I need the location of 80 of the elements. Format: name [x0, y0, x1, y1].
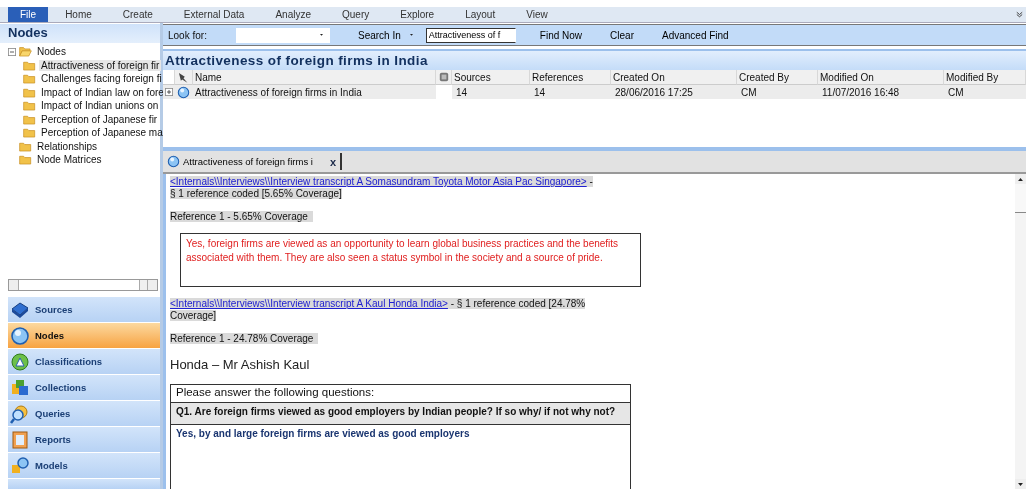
close-button[interactable]: x [329, 155, 336, 168]
folder-icon [23, 126, 36, 140]
lock-icon [438, 71, 450, 83]
find-bar-button[interactable]: Advanced Find [647, 25, 743, 45]
column-header[interactable]: Sources [452, 70, 530, 85]
caret-icon [408, 33, 414, 37]
answer-text: Yes, by and large foreign firms are viewed as good employers [175, 427, 471, 441]
table-cell: 14 [452, 85, 530, 99]
scroll-thumb[interactable] [1015, 184, 1026, 213]
table-cell: CM [944, 85, 1026, 99]
shapes-icon [10, 455, 30, 476]
table-cell: 11/07/2016 16:48 [818, 85, 944, 99]
sphere-icon [10, 325, 30, 346]
source-reference: <Internals\\Interviews\\Interview transcript A Kaul Honda India> - § 1 reference coded [24.78% Coverage] [170, 298, 587, 322]
horizontal-scrollbar[interactable] [8, 279, 158, 291]
column-header[interactable]: Created By [737, 70, 818, 85]
column-header[interactable]: Modified On [818, 70, 944, 85]
ribbon-tab[interactable]: Create [108, 7, 167, 22]
ribbon-tab[interactable]: Query [328, 7, 384, 22]
expand-icon [165, 88, 173, 96]
caret-icon [319, 33, 324, 37]
navigation-button[interactable]: Classifications [8, 349, 160, 375]
find-bar-button[interactable]: Find Now [525, 25, 597, 45]
ribbon-tab[interactable]: Home [51, 7, 106, 22]
ribbon-tab[interactable]: Explore [386, 7, 449, 22]
folder-icon [19, 45, 32, 59]
ribbon-tab[interactable]: Analyze [261, 7, 325, 22]
folder-icon [23, 99, 36, 113]
table-cell: 14 [530, 85, 611, 99]
scroll-up-icon [1017, 175, 1024, 183]
tree-item[interactable]: Perception of Japanese fir [23, 112, 160, 126]
document-tab[interactable]: Attractiveness of foreign firms i x [163, 153, 342, 170]
navigation-button[interactable]: Queries [8, 401, 160, 427]
navigation-button[interactable]: Nodes [8, 323, 160, 349]
column-header[interactable]: Created On [611, 70, 737, 85]
list-title: Attractiveness of foreign firms in India [163, 51, 1026, 70]
question-text: Q1. Are foreign firms viewed as good employers by Indian people? If so why/ if not why not? [171, 403, 630, 425]
column-header[interactable]: References [530, 70, 611, 85]
tree-item[interactable]: Nodes [8, 45, 160, 59]
column-header[interactable]: Modified By [944, 70, 1026, 85]
sphere-icon [177, 85, 190, 99]
reference-label: Reference 1 - 24.78% Coverage [170, 333, 319, 344]
folder-icon [19, 153, 32, 167]
navigation-button[interactable] [8, 479, 160, 489]
folder-icon [23, 72, 36, 86]
navigation-button[interactable]: Models [8, 453, 160, 479]
source-link[interactable]: <Internals\\Interviews\\Interview transcript A Somasundram Toyota Motor Asia Pac Singapore> [170, 176, 587, 187]
coded-quote: Yes, foreign firms are viewed as an opportunity to learn global business practices and the benefits associated with them. They are also seen a status symbol in the society and a source of pride. [180, 233, 641, 287]
search-in-button[interactable]: Search In [358, 29, 420, 41]
ribbon-tab[interactable]: File [8, 7, 49, 22]
ribbon-tab[interactable]: Layout [451, 7, 510, 22]
document-icon [10, 429, 30, 450]
table-cell: Attractiveness of foreign firms in India [193, 85, 436, 99]
tree-item[interactable]: Node Matrices [8, 153, 160, 167]
ribbon-tab[interactable]: View [512, 7, 562, 22]
scroll-down-icon [1017, 480, 1024, 488]
table-cell: 28/06/2016 17:25 [611, 85, 737, 99]
chevron-icon [1015, 10, 1024, 19]
interview-heading: Honda – Mr Ashish Kaul [170, 357, 311, 372]
reference-label: Reference 1 - 5.65% Coverage [170, 211, 313, 222]
field-label: Look for: [168, 29, 208, 41]
source-reference: <Internals\\Interviews\\Interview transcript A Somasundram Toyota Motor Asia Pac Singapore> - § 1 reference coded [5.65% Coverage] [170, 176, 594, 200]
navigation-button[interactable]: Sources [8, 297, 160, 323]
column-header[interactable]: Name [193, 70, 436, 85]
panel-title: Nodes [0, 24, 160, 43]
navigation-button[interactable]: Reports [8, 427, 160, 453]
squares-icon [10, 377, 30, 398]
sphere-icon [167, 155, 180, 168]
tree-item[interactable]: Challenges facing foreign fi [23, 72, 160, 86]
search-in-field[interactable]: Attractiveness of f [425, 27, 516, 43]
source-link[interactable]: <Internals\\Interviews\\Interview transcript A Kaul Honda India> [170, 298, 448, 309]
tree-item[interactable]: Impact of Indian unions on [23, 99, 160, 113]
table-cell: CM [737, 85, 818, 99]
magnifier-icon [10, 403, 30, 424]
ribbon-tab[interactable]: External Data [169, 7, 259, 22]
tree-item[interactable]: Relationships [8, 139, 160, 153]
find-bar-button[interactable]: Clear [596, 25, 648, 45]
navigation-button[interactable]: Collections [8, 375, 160, 401]
vertical-scrollbar[interactable] [1015, 174, 1026, 489]
look-for-field[interactable] [236, 27, 330, 43]
